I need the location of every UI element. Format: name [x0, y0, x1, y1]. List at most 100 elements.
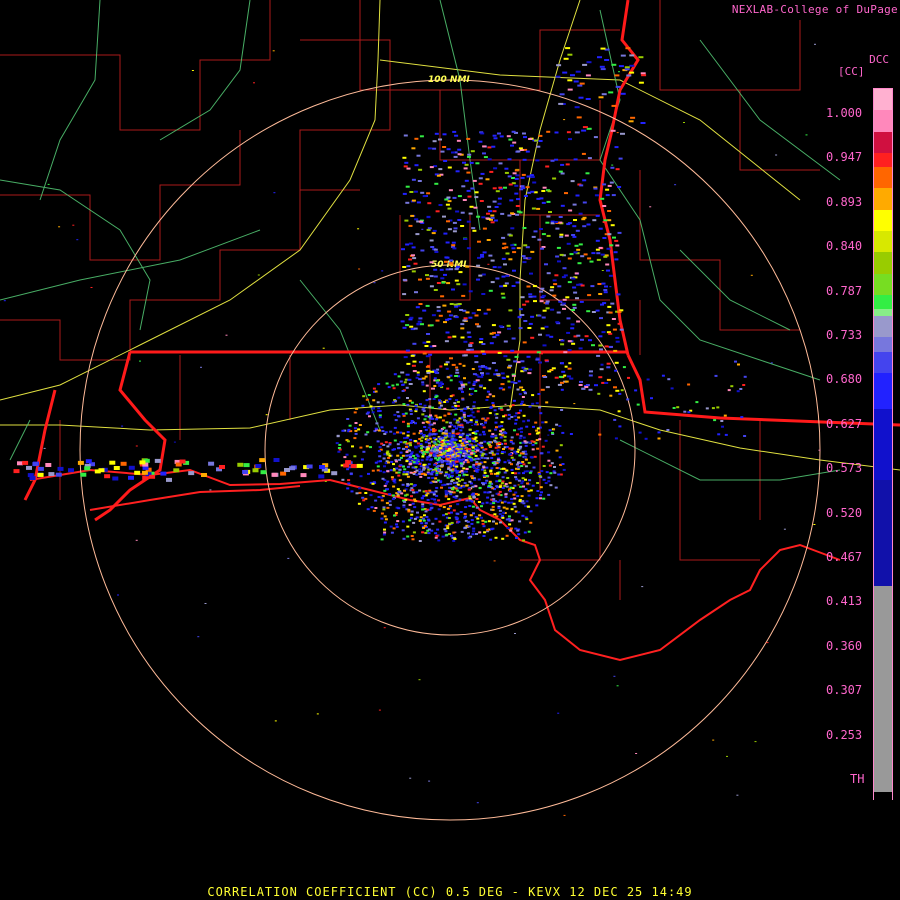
echo-speck: [537, 393, 541, 395]
echo-speck: [454, 407, 458, 410]
echo-speck: [410, 214, 415, 217]
echo-speck: [450, 451, 454, 454]
echo-speck: [463, 238, 468, 240]
echo-speck: [382, 471, 386, 474]
echo-speck: [371, 407, 375, 410]
echo-speck: [667, 378, 671, 381]
echo-speck: [625, 47, 631, 50]
echo-speck: [436, 458, 440, 461]
scale-segment: [874, 316, 892, 337]
echo-speck: [579, 82, 585, 85]
echo-speck: [386, 445, 390, 448]
echo-speck: [516, 247, 521, 250]
echo-speck: [385, 502, 389, 505]
echo-speck: [646, 378, 650, 381]
echo-speck: [458, 439, 462, 442]
echo-speck: [468, 440, 471, 443]
echo-speck: [462, 411, 466, 414]
echo-speck: [500, 408, 504, 411]
echo-speck: [387, 456, 391, 459]
echo-speck: [479, 200, 484, 202]
echo-speck: [532, 285, 537, 288]
echo-speck: [527, 461, 531, 464]
echo-speck: [445, 533, 449, 536]
echo-speck: [608, 332, 613, 335]
echo-speck: [452, 196, 457, 199]
echo-speck: [521, 173, 526, 176]
echo-speck: [476, 517, 480, 520]
echo-speck: [509, 527, 513, 530]
echo-speck: [535, 504, 539, 507]
echo-speck: [421, 508, 425, 511]
echo-speck: [475, 461, 479, 464]
echo-speck: [469, 414, 473, 417]
echo-speck: [496, 373, 501, 376]
echo-speck: [578, 212, 583, 215]
echo-speck: [409, 413, 413, 415]
echo-speck: [379, 460, 382, 463]
echo-speck: [497, 197, 502, 200]
echo-speck: [714, 374, 718, 377]
echo-speck: [498, 186, 503, 189]
echo-speck: [567, 53, 573, 56]
echo-speck: [516, 198, 520, 201]
echo-speck: [477, 478, 481, 481]
echo-speck: [510, 436, 514, 439]
echo-speck: [450, 474, 454, 477]
echo-speck: [427, 476, 431, 479]
echo-speck: [512, 399, 516, 402]
echo-speck: [397, 415, 401, 418]
echo-speck: [783, 528, 786, 530]
echo-speck: [513, 497, 517, 500]
echo-speck: [397, 507, 401, 510]
echo-speck: [775, 154, 778, 156]
echo-speck: [470, 493, 474, 496]
echo-speck: [392, 387, 396, 390]
echo-speck: [462, 444, 466, 447]
echo-speck: [517, 472, 521, 475]
echo-speck: [498, 442, 502, 444]
echo-speck: [374, 499, 378, 502]
echo-speck: [447, 336, 452, 339]
echo-speck: [447, 228, 452, 231]
echo-speck: [500, 501, 504, 504]
echo-speck: [408, 399, 412, 402]
echo-speck: [492, 266, 497, 269]
echo-speck: [530, 190, 535, 193]
echo-speck: [445, 203, 450, 206]
echo-speck: [389, 430, 393, 433]
echo-speck: [376, 465, 380, 468]
echo-speck: [406, 425, 410, 428]
echo-speck: [412, 521, 416, 524]
echo-speck: [411, 538, 415, 541]
echo-speck: [540, 388, 545, 391]
echo-speck: [481, 293, 486, 295]
echo-speck: [553, 221, 558, 223]
echo-speck: [412, 473, 416, 475]
echo-speck: [475, 430, 479, 433]
echo-speck: [550, 159, 555, 162]
echo-speck: [514, 184, 519, 187]
echo-speck: [447, 517, 451, 519]
echo-speck: [476, 468, 480, 471]
echo-speck: [494, 428, 498, 431]
echo-speck: [615, 340, 620, 343]
echo-speck: [602, 183, 607, 186]
echo-speck: [431, 477, 435, 479]
echo-speck: [572, 225, 577, 228]
echo-speck: [494, 500, 498, 503]
echo-speck: [520, 296, 525, 299]
echo-speck: [508, 523, 512, 526]
echo-speck: [462, 485, 466, 488]
echo-speck: [492, 331, 496, 334]
echo-speck: [462, 473, 466, 476]
echo-speck: [393, 426, 397, 429]
echo-speck: [413, 457, 417, 460]
echo-speck: [409, 191, 414, 193]
echo-speck: [412, 257, 417, 260]
echo-speck: [515, 463, 519, 466]
echo-speck: [436, 306, 441, 309]
echo-speck: [535, 159, 540, 162]
echo-speck: [517, 511, 521, 514]
echo-speck: [445, 367, 449, 370]
